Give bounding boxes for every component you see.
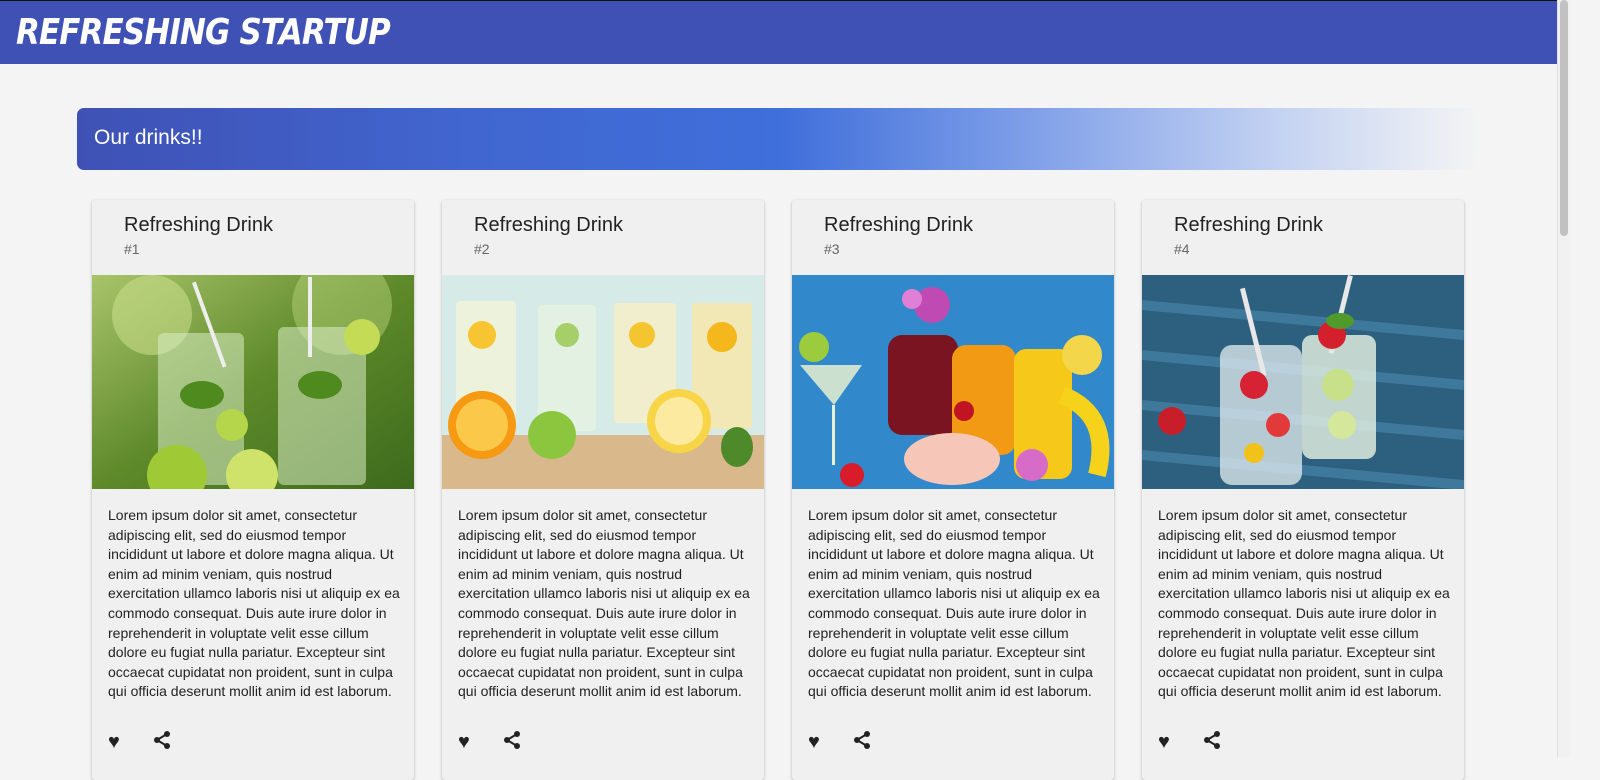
card-subtitle: #3 [824,241,840,257]
card-title: Refreshing Drink [824,214,973,236]
share-icon[interactable] [152,730,180,758]
card-actions: ♥ [808,730,908,754]
card-actions: ♥ [108,730,208,754]
card-title: Refreshing Drink [124,214,273,236]
drink-card: Refreshing Drink #3 Lorem ipsum dolor si… [792,200,1114,780]
card-description: Lorem ipsum dolor sit amet, consectetur … [108,507,400,700]
section-banner: Our drinks!! [77,108,1480,170]
drink-card: Refreshing Drink #4 Lorem ipsum dolor si… [1142,200,1464,780]
scrollbar-thumb[interactable] [1560,0,1568,236]
share-icon[interactable] [502,730,530,758]
drink-image [442,275,764,489]
app-toolbar: Refreshing Startup [0,1,1557,64]
card-subtitle: #2 [474,241,490,257]
app-title[interactable]: Refreshing Startup [16,12,391,53]
favorite-icon[interactable]: ♥ [1158,730,1186,758]
card-title: Refreshing Drink [1174,214,1323,236]
drink-image [1142,275,1464,489]
card-description: Lorem ipsum dolor sit amet, consectetur … [1158,507,1450,700]
card-subtitle: #4 [1174,241,1190,257]
card-actions: ♥ [458,730,558,754]
card-actions: ♥ [1158,730,1258,754]
share-icon[interactable] [1202,730,1230,758]
favorite-icon[interactable]: ♥ [808,730,836,758]
section-title: Our drinks!! [94,126,203,149]
drink-card: Refreshing Drink #1 Lorem ipsum dolor si… [92,200,414,780]
drink-card: Refreshing Drink #2 Lorem ipsum dolor si… [442,200,764,780]
share-icon[interactable] [852,730,880,758]
page-scrollbar[interactable] [1557,0,1570,757]
card-subtitle: #1 [124,241,140,257]
drink-image [92,275,414,489]
card-description: Lorem ipsum dolor sit amet, consectetur … [808,507,1100,700]
favorite-icon[interactable]: ♥ [108,730,136,758]
card-description: Lorem ipsum dolor sit amet, consectetur … [458,507,750,700]
card-title: Refreshing Drink [474,214,623,236]
favorite-icon[interactable]: ♥ [458,730,486,758]
drink-image [792,275,1114,489]
